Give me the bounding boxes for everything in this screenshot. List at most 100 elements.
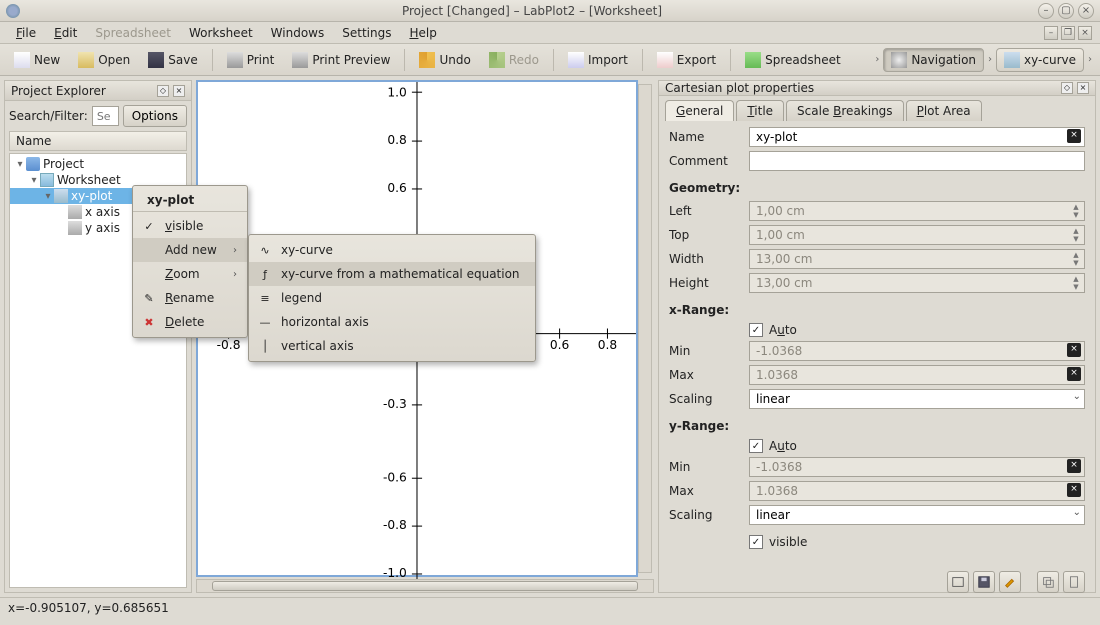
panel-close-button[interactable]: × (1077, 82, 1089, 94)
width-input[interactable] (749, 249, 1085, 269)
horizontal-scrollbar[interactable] (196, 579, 654, 593)
redo-button: Redo (481, 48, 547, 72)
mdi-close-button[interactable]: × (1078, 26, 1092, 40)
submenu-item-vertical-axis[interactable]: │vertical axis (249, 334, 535, 358)
copy-button[interactable] (1037, 571, 1059, 593)
clear-icon[interactable]: × (1067, 343, 1081, 357)
clear-icon[interactable]: × (1067, 129, 1081, 143)
maximize-button[interactable]: ▢ (1058, 3, 1074, 19)
tab-title[interactable]: Title (736, 100, 784, 121)
menu-item-rename[interactable]: ✎Rename (133, 286, 247, 310)
height-input[interactable] (749, 273, 1085, 293)
svg-text:1.0: 1.0 (387, 85, 406, 99)
panel-close-button[interactable]: × (173, 85, 185, 97)
undo-button[interactable]: Undo (411, 48, 478, 72)
top-input[interactable] (749, 225, 1085, 245)
options-button[interactable]: Options (123, 105, 187, 127)
tab-scale-breakings[interactable]: Scale Breakings (786, 100, 904, 121)
edit-button[interactable] (999, 571, 1021, 593)
menu-windows[interactable]: Windows (263, 24, 333, 42)
menu-worksheet[interactable]: Worksheet (181, 24, 261, 42)
navigation-mode-button[interactable]: Navigation (883, 48, 984, 72)
menu-item-zoom[interactable]: Zoom› (133, 262, 247, 286)
heading-geometry: Geometry: (669, 181, 1085, 195)
yauto-checkbox[interactable]: ✓ (749, 439, 763, 453)
toolbar: New Open Save Print Print Preview Undo R… (0, 44, 1100, 76)
ymin-input[interactable] (749, 457, 1085, 477)
name-input[interactable] (749, 127, 1085, 147)
minimize-button[interactable]: – (1038, 3, 1054, 19)
xscaling-select[interactable] (749, 389, 1085, 409)
new-button[interactable]: New (6, 48, 68, 72)
heading-yrange: y-Range: (669, 419, 1085, 433)
label-visible: visible (769, 535, 807, 549)
visible-checkbox[interactable]: ✓ (749, 535, 763, 549)
print-button[interactable]: Print (219, 48, 283, 72)
yscaling-select[interactable] (749, 505, 1085, 525)
chevron-right-icon: › (1086, 54, 1094, 65)
xycurve-mode-button[interactable]: xy-curve (996, 48, 1084, 72)
open-button[interactable]: Open (70, 48, 138, 72)
curve-icon: ∿ (257, 242, 273, 258)
clear-icon[interactable]: × (1067, 483, 1081, 497)
print-preview-button[interactable]: Print Preview (284, 48, 398, 72)
menu-item-delete[interactable]: ✖Delete (133, 310, 247, 334)
plot-icon (54, 189, 68, 203)
close-button[interactable]: × (1078, 3, 1094, 19)
legend-icon: ≡ (257, 290, 273, 306)
submenu-item-legend[interactable]: ≡legend (249, 286, 535, 310)
context-menu-title: xy-plot (133, 189, 247, 212)
properties-panel: Cartesian plot properties ◇× General Tit… (658, 80, 1096, 593)
menu-item-add-new[interactable]: Add new› (133, 238, 247, 262)
svg-text:0.8: 0.8 (598, 338, 617, 352)
submenu-item-xycurve[interactable]: ∿xy-curve (249, 238, 535, 262)
menu-help[interactable]: Help (401, 24, 444, 42)
panel-float-button[interactable]: ◇ (1061, 82, 1073, 94)
clear-icon[interactable]: × (1067, 367, 1081, 381)
save-theme-button[interactable] (973, 571, 995, 593)
export-button[interactable]: Export (649, 48, 724, 72)
import-button[interactable]: Import (560, 48, 636, 72)
chevron-down-icon: ⌄ (1073, 391, 1081, 402)
submenu-item-horizontal-axis[interactable]: —horizontal axis (249, 310, 535, 334)
comment-input[interactable] (749, 151, 1085, 171)
xmax-input[interactable] (749, 365, 1085, 385)
label-yscaling: Scaling (669, 505, 741, 525)
tree-header-name[interactable]: Name (9, 131, 187, 151)
mdi-restore-button[interactable]: ❐ (1061, 26, 1075, 40)
submenu-item-xycurve-equation[interactable]: ƒxy-curve from a mathematical equation (249, 262, 535, 286)
tree-item-project[interactable]: ▾Project (10, 156, 186, 172)
search-label: Search/Filter: (9, 109, 88, 123)
menu-settings[interactable]: Settings (334, 24, 399, 42)
paste-button[interactable] (1063, 571, 1085, 593)
xauto-checkbox[interactable]: ✓ (749, 323, 763, 337)
svg-text:-1.0: -1.0 (383, 566, 407, 580)
panel-float-button[interactable]: ◇ (157, 85, 169, 97)
label-top: Top (669, 225, 741, 245)
clear-icon[interactable]: × (1067, 459, 1081, 473)
ymax-input[interactable] (749, 481, 1085, 501)
tab-plot-area[interactable]: Plot Area (906, 100, 982, 121)
equation-curve-icon: ƒ (257, 266, 273, 282)
chevron-right-icon: › (233, 245, 237, 256)
menu-edit[interactable]: Edit (46, 24, 85, 42)
label-name: Name (669, 127, 741, 147)
menu-file[interactable]: FFileile (8, 24, 44, 42)
save-button[interactable]: Save (140, 48, 205, 72)
spreadsheet-button[interactable]: Spreadsheet (737, 48, 849, 72)
search-input[interactable] (92, 106, 119, 126)
cursor-coordinates: x=-0.905107, y=0.685651 (8, 601, 169, 615)
delete-icon: ✖ (141, 314, 157, 330)
svg-text:-0.8: -0.8 (383, 518, 407, 532)
rename-icon: ✎ (141, 290, 157, 306)
xmin-input[interactable] (749, 341, 1085, 361)
tab-general[interactable]: General (665, 100, 734, 121)
vertical-scrollbar[interactable] (638, 84, 652, 573)
window-title: Project [Changed] – LabPlot2 – [Workshee… (26, 4, 1038, 18)
menu-item-visible[interactable]: ✓visible (133, 214, 247, 238)
svg-text:0.6: 0.6 (387, 181, 406, 195)
haxis-icon: — (257, 314, 273, 330)
load-theme-button[interactable] (947, 571, 969, 593)
mdi-minimize-button[interactable]: – (1044, 26, 1058, 40)
left-input[interactable] (749, 201, 1085, 221)
